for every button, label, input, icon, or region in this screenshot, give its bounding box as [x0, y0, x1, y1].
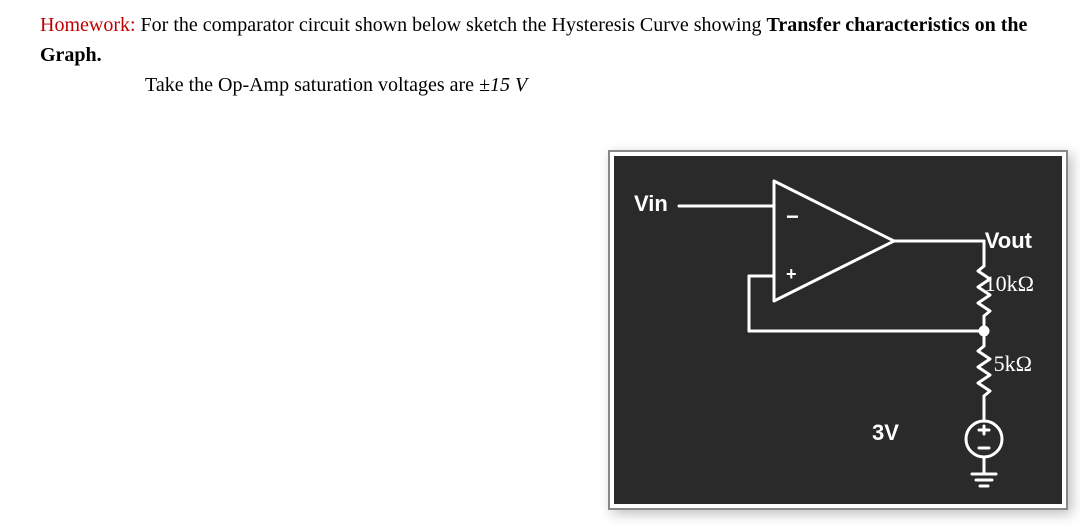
homework-label: Homework:	[40, 14, 136, 36]
plus-terminal: +	[786, 264, 797, 285]
problem-line1a: For the comparator circuit shown below s…	[136, 14, 767, 36]
saturation-voltage: ±15 V	[479, 74, 527, 96]
r10k-label: 10kΩ	[985, 271, 1034, 297]
minus-terminal: −	[786, 204, 799, 230]
vout-label: Vout	[985, 228, 1032, 254]
circuit-diagram: Vin Vout 10kΩ 5kΩ 3V + −	[614, 156, 1062, 504]
circuit-svg	[614, 156, 1062, 504]
vin-label: Vin	[634, 191, 668, 217]
problem-statement: Homework: For the comparator circuit sho…	[40, 10, 1040, 100]
problem-line2a: Take the Op-Amp saturation voltages are	[145, 74, 479, 96]
circuit-diagram-frame: Vin Vout 10kΩ 5kΩ 3V + −	[608, 150, 1068, 510]
problem-line2: Take the Op-Amp saturation voltages are …	[40, 70, 1040, 100]
vref-label: 3V	[872, 420, 899, 446]
r5k-label: 5kΩ	[994, 351, 1032, 377]
